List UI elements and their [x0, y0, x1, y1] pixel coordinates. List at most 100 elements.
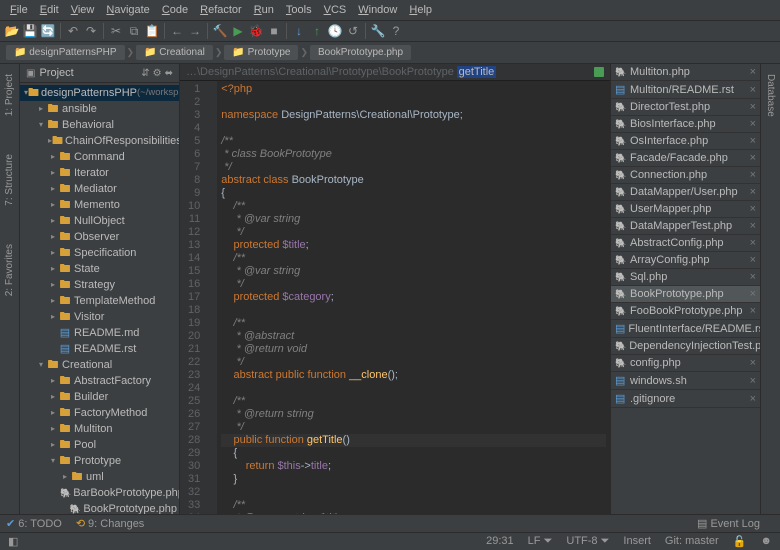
paste-icon[interactable]: 📋: [144, 23, 160, 39]
project-settings-icon[interactable]: ⚙: [153, 68, 162, 79]
debug-icon[interactable]: 🐞: [248, 23, 264, 39]
tree-node[interactable]: ▸🖿ansible: [20, 101, 179, 117]
stop-icon[interactable]: ■: [266, 23, 282, 39]
tree-node[interactable]: ▾🖿Creational: [20, 357, 179, 373]
tree-node[interactable]: ▸🖿Command: [20, 149, 179, 165]
open-file-tab[interactable]: 🐘config.php×: [611, 355, 760, 372]
tree-node[interactable]: ▸🖿NullObject: [20, 213, 179, 229]
tree-node[interactable]: ▤README.md: [20, 325, 179, 341]
open-file-tab[interactable]: 🐘Multiton.php×: [611, 64, 760, 81]
menu-vcs[interactable]: VCS: [318, 2, 353, 18]
open-file-tab[interactable]: 🐘Sql.php×: [611, 269, 760, 286]
open-file-tab[interactable]: 🐘AbstractConfig.php×: [611, 235, 760, 252]
tree-node[interactable]: ▤README.rst: [20, 341, 179, 357]
run-icon[interactable]: ▶: [230, 23, 246, 39]
close-icon[interactable]: ×: [750, 357, 756, 369]
tool-tab[interactable]: 2: Favorites: [2, 240, 17, 300]
open-file-tab[interactable]: ▤Multiton/README.rst×: [611, 81, 760, 99]
line-separator[interactable]: LF ⏷: [528, 535, 553, 548]
close-icon[interactable]: ×: [750, 271, 756, 283]
open-file-tab[interactable]: 🐘UserMapper.php×: [611, 201, 760, 218]
file-encoding[interactable]: UTF-8 ⏷: [566, 535, 609, 548]
status-indicator-icon[interactable]: ◧: [8, 535, 18, 548]
open-file-tab[interactable]: 🐘DataMapperTest.php×: [611, 218, 760, 235]
menu-code[interactable]: Code: [156, 2, 194, 18]
tree-node[interactable]: 🐘BookPrototype.php: [20, 501, 179, 514]
tree-node[interactable]: ▸🖿Visitor: [20, 309, 179, 325]
tree-node[interactable]: ▸🖿Strategy: [20, 277, 179, 293]
open-file-tab[interactable]: 🐘OsInterface.php×: [611, 133, 760, 150]
vcs-history-icon[interactable]: 🕓: [327, 23, 343, 39]
close-icon[interactable]: ×: [750, 305, 756, 317]
open-file-tab[interactable]: 🐘BookPrototype.php×: [611, 286, 760, 303]
tree-node[interactable]: ▸🖿Specification: [20, 245, 179, 261]
git-branch[interactable]: Git: master: [665, 535, 719, 548]
menu-help[interactable]: Help: [403, 2, 438, 18]
open-file-tab[interactable]: 🐘DirectorTest.php×: [611, 99, 760, 116]
tree-node[interactable]: ▸🖿Pool: [20, 437, 179, 453]
back-icon[interactable]: ←: [169, 23, 185, 39]
tree-node[interactable]: ▾🖿designPatternsPHP (~/workspace…: [20, 85, 179, 101]
tree-node[interactable]: ▸🖿Mediator: [20, 181, 179, 197]
project-collapse-icon[interactable]: ⬌: [165, 68, 173, 79]
open-file-tab[interactable]: 🐘BiosInterface.php×: [611, 116, 760, 133]
menu-edit[interactable]: Edit: [34, 2, 65, 18]
vcs-revert-icon[interactable]: ↺: [345, 23, 361, 39]
close-icon[interactable]: ×: [750, 84, 756, 96]
undo-icon[interactable]: ↶: [65, 23, 81, 39]
tool-tab[interactable]: Database: [763, 70, 778, 121]
tree-node[interactable]: ▸🖿Observer: [20, 229, 179, 245]
tool-tab[interactable]: 7: Structure: [2, 150, 17, 210]
breadcrumb-item[interactable]: 📁 designPatternsPHP: [6, 45, 125, 60]
settings-icon[interactable]: 🔧: [370, 23, 386, 39]
close-icon[interactable]: ×: [750, 254, 756, 266]
forward-icon[interactable]: →: [187, 23, 203, 39]
close-icon[interactable]: ×: [750, 101, 756, 113]
build-icon[interactable]: 🔨: [212, 23, 228, 39]
tree-node[interactable]: ▸🖿State: [20, 261, 179, 277]
cut-icon[interactable]: ✂: [108, 23, 124, 39]
menu-tools[interactable]: Tools: [280, 2, 318, 18]
tree-node[interactable]: 🐘BarBookPrototype.php: [20, 485, 179, 501]
close-icon[interactable]: ×: [750, 152, 756, 164]
tree-node[interactable]: ▾🖿Prototype: [20, 453, 179, 469]
project-tree[interactable]: ▾🖿designPatternsPHP (~/workspace…▸🖿ansib…: [20, 83, 179, 514]
open-file-tab[interactable]: 🐘Connection.php×: [611, 167, 760, 184]
tree-node[interactable]: ▸🖿ChainOfResponsibilities: [20, 133, 179, 149]
menu-navigate[interactable]: Navigate: [100, 2, 155, 18]
tree-node[interactable]: ▸🖿AbstractFactory: [20, 373, 179, 389]
breadcrumb-item[interactable]: 📁 Creational: [136, 45, 213, 60]
menu-file[interactable]: File: [4, 2, 34, 18]
tree-node[interactable]: ▸🖿Iterator: [20, 165, 179, 181]
close-icon[interactable]: ×: [750, 169, 756, 181]
open-file-tab[interactable]: ▤.gitignore×: [611, 390, 760, 408]
tool-tab[interactable]: 1: Project: [2, 70, 17, 120]
tree-node[interactable]: ▸🖿Builder: [20, 389, 179, 405]
breadcrumb-item[interactable]: BookPrototype.php: [310, 45, 411, 60]
close-icon[interactable]: ×: [750, 203, 756, 215]
menu-window[interactable]: Window: [352, 2, 403, 18]
menu-view[interactable]: View: [65, 2, 101, 18]
changes-tool-button[interactable]: ⟲9: Changes: [76, 517, 144, 530]
caret-position[interactable]: 29:31: [486, 535, 514, 548]
readonly-lock-icon[interactable]: 🔓: [733, 535, 747, 548]
menu-refactor[interactable]: Refactor: [194, 2, 248, 18]
project-view-dropdown[interactable]: ⇵: [141, 68, 149, 79]
open-file-tab[interactable]: ▤FluentInterface/README.rst×: [611, 320, 760, 338]
sync-icon[interactable]: 🔄: [40, 23, 56, 39]
open-file-tab[interactable]: 🐘FooBookPrototype.php×: [611, 303, 760, 320]
code-area[interactable]: 1234567891011121314151617181920212223242…: [180, 81, 610, 514]
todo-tool-button[interactable]: ✔6: TODO: [6, 517, 62, 530]
close-icon[interactable]: ×: [750, 375, 756, 387]
tree-node[interactable]: ▾🖿Behavioral: [20, 117, 179, 133]
open-file-tab[interactable]: 🐘Facade/Facade.php×: [611, 150, 760, 167]
open-file-tab[interactable]: ▤windows.sh×: [611, 372, 760, 390]
close-icon[interactable]: ×: [750, 186, 756, 198]
fold-gutter[interactable]: [203, 81, 217, 514]
tree-node[interactable]: ▸🖿uml: [20, 469, 179, 485]
tree-node[interactable]: ▸🖿Memento: [20, 197, 179, 213]
open-file-tab[interactable]: 🐘ArrayConfig.php×: [611, 252, 760, 269]
open-file-tab[interactable]: 🐘DependencyInjectionTest.php×: [611, 338, 760, 355]
event-log-button[interactable]: ▤ Event Log: [697, 517, 760, 530]
breadcrumb-item[interactable]: 📁 Prototype: [224, 45, 298, 60]
